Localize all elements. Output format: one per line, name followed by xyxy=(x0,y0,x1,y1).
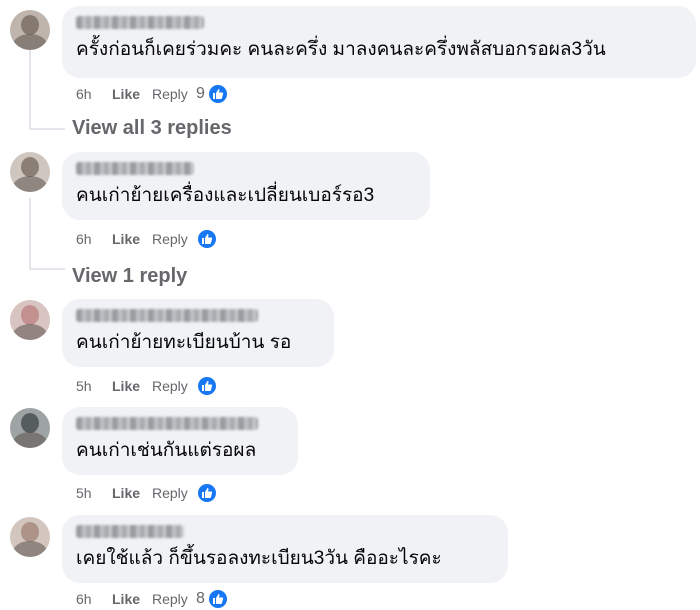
like-thumb-icon[interactable] xyxy=(196,375,218,397)
comment-text: คนเก่าย้ายเครื่องและเปลี่ยนเบอร์รอ3 xyxy=(76,185,375,206)
comment-bubble: ครั้งก่อนก็เคยร่วมคะ คนละครึ่ง มาลงคนละค… xyxy=(62,6,696,78)
author-name-blurred[interactable] xyxy=(76,309,258,322)
view-replies-link[interactable]: View 1 reply xyxy=(72,265,187,288)
comment-actions: 6h Like Reply 9 xyxy=(76,83,229,105)
thread-line xyxy=(29,268,65,270)
comment-time[interactable]: 6h xyxy=(76,591,112,607)
avatar[interactable] xyxy=(10,300,50,340)
thread-line xyxy=(29,198,31,270)
reply-button[interactable]: Reply xyxy=(152,485,196,501)
comment-actions: 5h Like Reply xyxy=(76,482,218,504)
like-thumb-icon[interactable] xyxy=(196,228,218,250)
reply-button[interactable]: Reply xyxy=(152,378,196,394)
comment-text: ครั้งก่อนก็เคยร่วมคะ คนละครึ่ง มาลงคนละค… xyxy=(76,39,606,60)
comment-time[interactable]: 5h xyxy=(76,378,112,394)
comment-time[interactable]: 6h xyxy=(76,231,112,247)
author-name-blurred[interactable] xyxy=(76,525,184,538)
reply-button[interactable]: Reply xyxy=(152,86,196,102)
comment-actions: 6h Like Reply xyxy=(76,228,218,250)
reaction-count[interactable]: 8 xyxy=(196,590,205,608)
reply-button[interactable]: Reply xyxy=(152,591,196,607)
like-button[interactable]: Like xyxy=(112,378,152,394)
comment-bubble: คนเก่าเช่นกันแต่รอผล xyxy=(62,407,298,475)
comment-text: คนเก่าย้ายทะเบียนบ้าน รอ xyxy=(76,332,292,353)
comment-actions: 5h Like Reply xyxy=(76,375,218,397)
reply-button[interactable]: Reply xyxy=(152,231,196,247)
author-name-blurred[interactable] xyxy=(76,162,194,175)
avatar[interactable] xyxy=(10,152,50,192)
like-button[interactable]: Like xyxy=(112,485,152,501)
author-name-blurred[interactable] xyxy=(76,16,204,29)
author-name-blurred[interactable] xyxy=(76,417,258,430)
like-button[interactable]: Like xyxy=(112,591,152,607)
comment-time[interactable]: 5h xyxy=(76,485,112,501)
comment-text: คนเก่าเช่นกันแต่รอผล xyxy=(76,440,257,461)
comment-bubble: เคยใช้แล้ว ก็ขึ้นรอลงทะเบียน3วัน คืออะไร… xyxy=(62,515,508,583)
comment-text: เคยใช้แล้ว ก็ขึ้นรอลงทะเบียน3วัน คืออะไร… xyxy=(76,548,442,569)
like-thumb-icon[interactable] xyxy=(206,588,229,610)
comment-bubble: คนเก่าย้ายทะเบียนบ้าน รอ xyxy=(62,299,334,367)
like-button[interactable]: Like xyxy=(112,86,152,102)
avatar[interactable] xyxy=(10,517,50,557)
like-thumb-icon[interactable] xyxy=(206,83,229,105)
thread-line xyxy=(29,50,31,130)
view-replies-link[interactable]: View all 3 replies xyxy=(72,117,232,140)
reaction-count[interactable]: 9 xyxy=(196,85,205,103)
like-button[interactable]: Like xyxy=(112,231,152,247)
comment-time[interactable]: 6h xyxy=(76,86,112,102)
comment-actions: 6h Like Reply 8 xyxy=(76,588,229,610)
thread-line xyxy=(29,128,65,130)
avatar[interactable] xyxy=(10,10,50,50)
avatar[interactable] xyxy=(10,408,50,448)
comment-bubble: คนเก่าย้ายเครื่องและเปลี่ยนเบอร์รอ3 xyxy=(62,152,430,220)
like-thumb-icon[interactable] xyxy=(196,482,218,504)
